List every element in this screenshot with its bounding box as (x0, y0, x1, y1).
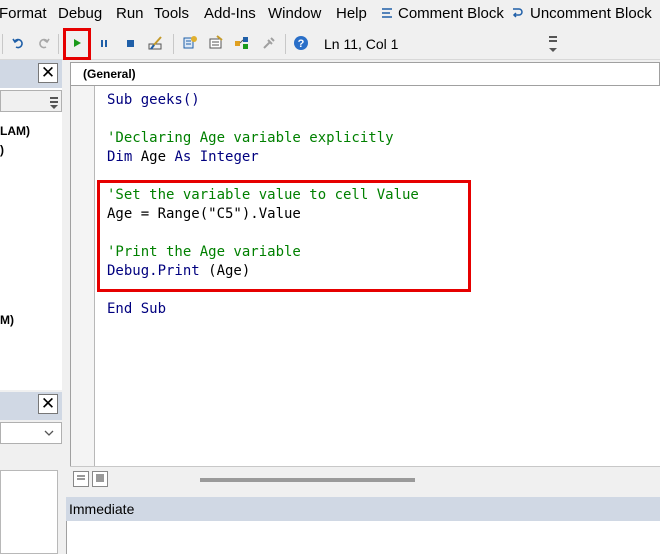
menu-format-label: Format (0, 5, 47, 22)
undo-button[interactable] (10, 35, 26, 51)
toolbar-separator (2, 34, 3, 54)
uncomment-block-icon (512, 8, 523, 18)
chevron-down-icon (44, 430, 54, 436)
object-dropdown[interactable]: (General) (70, 62, 660, 86)
project-explorer-panel: ✕ LAM) ) M) (0, 60, 62, 390)
keyword-as-integer: As Integer (174, 149, 259, 165)
menu-addins[interactable]: Add-Ins (204, 5, 256, 22)
project-item-3[interactable]: M) (0, 313, 14, 327)
comment-block-button[interactable]: Comment Block (398, 5, 504, 22)
properties-list[interactable] (0, 470, 58, 554)
code-line[interactable]: Sub geeks() (107, 92, 200, 108)
object-dropdown-value: (General) (83, 67, 136, 81)
toolbox-button[interactable] (261, 35, 277, 51)
project-explorer-toolbar (0, 90, 62, 112)
run-button-highlight (63, 28, 91, 60)
full-module-view-icon (96, 474, 104, 482)
project-item-2[interactable]: ) (0, 143, 4, 157)
uncomment-block-button[interactable]: Uncomment Block (530, 5, 652, 22)
break-button[interactable] (96, 35, 112, 51)
help-button[interactable]: ? (293, 35, 309, 51)
properties-panel: ✕ (0, 392, 62, 554)
menu-tools-label: Tools (154, 5, 190, 22)
design-mode-button[interactable] (148, 35, 164, 51)
object-browser-button[interactable] (234, 35, 250, 51)
uncomment-block-label: Uncomment Block (530, 5, 652, 22)
redo-button[interactable] (36, 35, 52, 51)
code-highlight-box (97, 180, 471, 292)
properties-close-icon[interactable]: ✕ (38, 394, 58, 414)
project-explorer-title-bar: ✕ (0, 60, 62, 88)
procedure-view-icon (77, 475, 85, 480)
project-explorer-icon (183, 36, 197, 49)
properties-title-bar: ✕ (0, 392, 62, 420)
properties-button[interactable] (208, 35, 224, 51)
comment-block-icon (382, 8, 392, 18)
menu-run[interactable]: Run (116, 5, 144, 22)
redo-icon (39, 38, 50, 49)
menu-format[interactable]: Format (0, 5, 47, 22)
toolbar-separator (58, 34, 59, 54)
full-module-view-button[interactable] (92, 471, 108, 487)
project-item-1[interactable]: LAM) (0, 124, 30, 138)
properties-object-dropdown[interactable] (0, 422, 62, 444)
reset-icon (127, 40, 134, 47)
procedure-view-button[interactable] (73, 471, 89, 487)
code-line[interactable]: 'Declaring Age variable explicitly (107, 130, 394, 146)
reset-button[interactable] (122, 35, 138, 51)
menu-debug[interactable]: Debug (58, 5, 102, 22)
immediate-window-title-bar: Immediate (66, 497, 660, 521)
code-window-footer (70, 466, 660, 490)
toolbar-separator (285, 34, 286, 54)
menu-run-label: Run (116, 5, 144, 22)
comment-block-label: Comment Block (398, 5, 504, 22)
help-icon: ? (294, 36, 308, 50)
menu-debug-label: Debug (58, 5, 103, 22)
break-icon (101, 40, 107, 47)
identifier-age: Age (132, 149, 175, 165)
svg-text:?: ? (298, 38, 305, 50)
code-line[interactable]: Dim Age As Integer (107, 149, 259, 165)
margin-indicator-bar[interactable] (71, 86, 95, 466)
project-explorer-button[interactable] (182, 35, 198, 51)
toolbar-separator (173, 34, 174, 54)
toolbox-icon (263, 37, 275, 49)
horizontal-scrollbar-thumb[interactable] (200, 478, 415, 482)
project-explorer-close-icon[interactable]: ✕ (38, 63, 58, 83)
immediate-window[interactable] (66, 521, 660, 554)
cursor-location: Ln 11, Col 1 (318, 34, 560, 56)
menu-tools[interactable]: Tools (154, 5, 189, 22)
options-dropdown-icon[interactable] (47, 93, 61, 111)
undo-icon (12, 38, 23, 49)
object-browser-icon (235, 37, 248, 49)
menu-help[interactable]: Help (336, 5, 367, 22)
menu-window[interactable]: Window (268, 5, 321, 22)
menu-bar: Format Debug Run Tools Add-Ins Window He… (0, 0, 660, 28)
cursor-location-text: Ln 11, Col 1 (324, 36, 399, 52)
design-mode-icon (148, 36, 162, 50)
keyword-dim: Dim (107, 149, 133, 165)
code-line[interactable]: End Sub (107, 301, 166, 317)
menu-help-label: Help (336, 5, 367, 22)
immediate-window-title: Immediate (69, 501, 135, 517)
properties-icon (209, 35, 223, 49)
menu-window-label: Window (268, 5, 322, 22)
menu-addins-label: Add-Ins (204, 5, 256, 22)
toolbar-options-icon[interactable] (546, 33, 560, 57)
